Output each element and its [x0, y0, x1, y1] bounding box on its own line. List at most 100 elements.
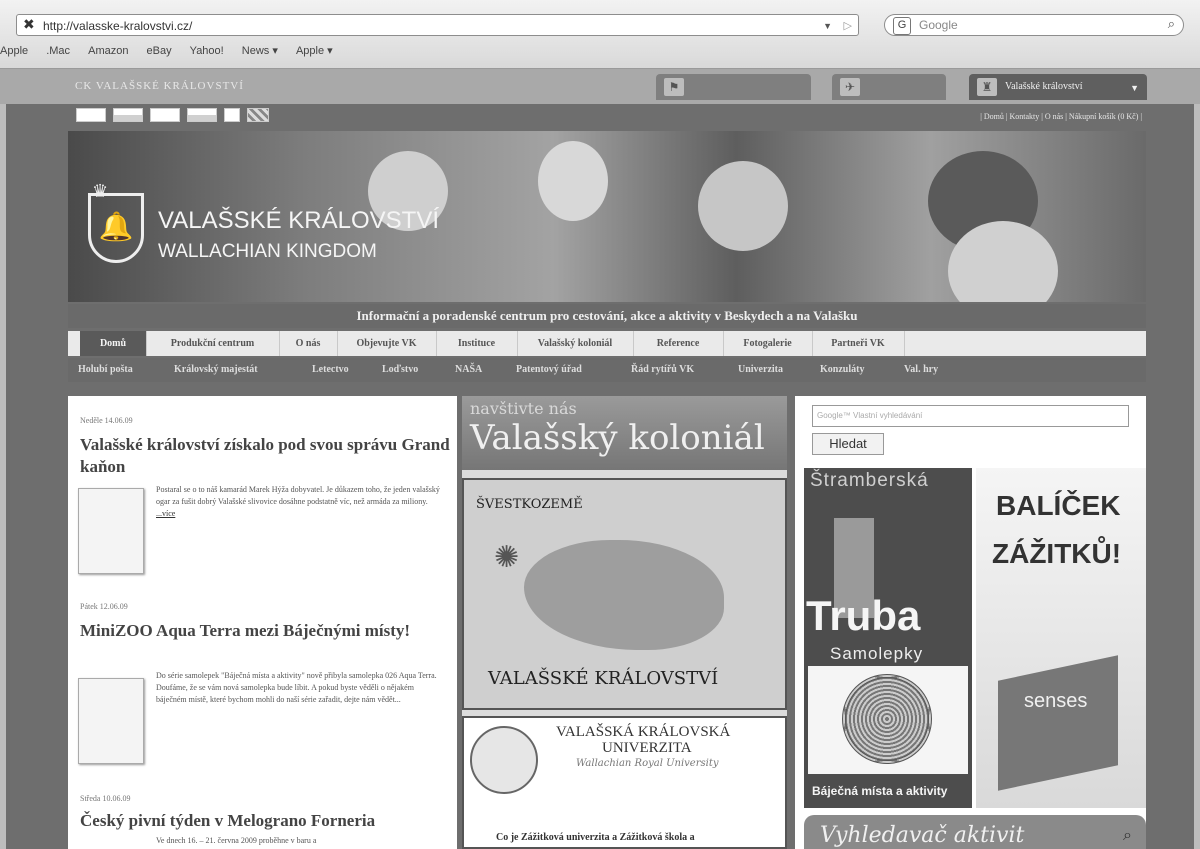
sub-nav: Holubí pošta Královský majestát Letectvo… [68, 358, 1146, 382]
kolonial-banner[interactable]: navštivte nás Valašský koloniál [462, 396, 787, 470]
map-banner[interactable]: ✺ ŠVESTKOZEMĚ VALAŠSKÉ KRÁLOVSTVÍ [462, 478, 787, 710]
flag-icon[interactable] [113, 108, 143, 123]
bag-icon: ⚑ [664, 78, 684, 96]
top-tab-2[interactable]: ✈ [832, 74, 946, 100]
bookmark-item[interactable]: .Mac [46, 45, 70, 57]
news-body: Postaral se o to náš kamarád Marek Hýža … [156, 485, 440, 506]
balicek-line1: BALÍČEK [996, 490, 1121, 521]
news-thumbnail[interactable] [78, 488, 144, 574]
nav-item-instituce[interactable]: Instituce [436, 331, 518, 356]
news-text: Do série samolepek "Báječná místa a akti… [156, 671, 437, 704]
balicek-banner[interactable]: BALÍČEK ZÁŽITKŮ! senses [976, 468, 1146, 808]
banner-photo-shape [698, 161, 788, 251]
search-button[interactable]: Hledat [812, 433, 884, 455]
university-seal [470, 726, 538, 794]
banner-photo-shape [538, 141, 608, 221]
bookmark-item[interactable]: Yahoo! [190, 45, 224, 57]
news-text: Ve dnech 16. – 21. června 2009 proběhne … [156, 836, 317, 845]
map-illustration [524, 540, 724, 650]
top-tab-kingdom[interactable]: ♜ Valašské království ▼ [969, 74, 1147, 100]
nav-item-domu[interactable]: Domů [80, 331, 147, 356]
crest-logo: 🔔 [88, 193, 144, 263]
bajecna-label: Báječná místa a aktivity [812, 784, 948, 798]
flag-icon[interactable] [247, 108, 269, 123]
bookmark-item[interactable]: News ▾ [242, 44, 278, 57]
browser-toolbar: ✖ http://valasske-kralovstvi.cz/ ▼ ▷ G G… [0, 0, 1200, 69]
nav-item-reference[interactable]: Reference [633, 331, 724, 356]
nav-item-objevujte-vk[interactable]: Objevujte VK [337, 331, 437, 356]
map-footer: VALAŠSKÉ KRÁLOVSTVÍ [488, 668, 719, 689]
flag-icon[interactable] [150, 108, 180, 123]
nav-item-fotogalerie[interactable]: Fotogalerie [723, 331, 813, 356]
kolonial-title: Valašský koloniál [470, 418, 765, 458]
subnav-item[interactable]: Univerzita [738, 358, 783, 382]
news-title[interactable]: Český pivní týden v Melograno Forneria [80, 810, 450, 832]
subnav-item[interactable]: Konzuláty [820, 358, 864, 382]
header-banner: ♛ 🔔 VALAŠSKÉ KRÁLOVSTVÍ WALLACHIAN KINGD… [68, 131, 1146, 302]
sticker-seal [842, 674, 932, 764]
site-search-input[interactable]: Google™ Vlastní vyhledávání [812, 405, 1129, 427]
flag-icon[interactable] [76, 108, 106, 123]
site-top-bar: CK VALAŠSKÉ KRÁLOVSTVÍ ⚑ ✈ ♜ Valašské kr… [0, 69, 1200, 104]
browser-search-field[interactable]: G Google ⌕ [884, 14, 1184, 36]
more-link[interactable]: ...více [156, 509, 175, 518]
chevron-down-icon: ▼ [1130, 83, 1139, 93]
main-nav: Domů Produkční centrum O nás Objevujte V… [68, 331, 1146, 356]
bookmark-item[interactable]: Apple ▾ [296, 44, 333, 57]
truba-title: Truba [806, 592, 921, 639]
university-line1: VALAŠSKÁ KRÁLOVSKÁ [556, 724, 731, 740]
rss-icon[interactable]: ▷ [844, 15, 852, 37]
subnav-item[interactable]: Královský majestát [174, 358, 258, 382]
crest-icon: ♜ [977, 78, 997, 96]
language-flags [76, 106, 272, 124]
chevron-down-icon[interactable]: ▼ [823, 15, 832, 37]
university-question[interactable]: Co je Zážitková univerzita a Zážitková š… [496, 832, 695, 843]
truba-subtitle: Štramberská [810, 470, 929, 491]
university-line2: UNIVERZITA [602, 740, 692, 756]
top-links[interactable]: | Domů | Kontakty | O nás | Nákupní koší… [980, 112, 1142, 121]
news-text: Postaral se o to náš kamarád Marek Hýža … [156, 484, 446, 520]
compass-icon: ✺ [494, 540, 520, 575]
search-icon[interactable]: ⌕ [1168, 15, 1175, 35]
browser-search-placeholder: Google [919, 18, 958, 32]
news-title[interactable]: MiniZOO Aqua Terra mezi Báječnými místy! [80, 620, 450, 642]
nav-item-partneri-vk[interactable]: Partneři VK [812, 331, 905, 356]
map-title: ŠVESTKOZEMĚ [476, 497, 583, 512]
subnav-item[interactable]: Řád rytířů VK [631, 358, 694, 382]
nav-item-valassky-kolonial[interactable]: Valašský koloniál [517, 331, 634, 356]
truba-banner[interactable]: Štramberská Truba Samolepky Báječná míst… [804, 468, 972, 808]
plane-icon: ✈ [840, 78, 860, 96]
banner-title: VALAŠSKÉ KRÁLOVSTVÍ [158, 207, 440, 234]
bookmark-item[interactable]: Apple [0, 45, 28, 57]
bookmarks-bar: Apple .Mac Amazon eBay Yahoo! News ▾ App… [0, 44, 348, 64]
subnav-item[interactable]: Loďstvo [382, 358, 418, 382]
subnav-item[interactable]: Letectvo [312, 358, 349, 382]
news-thumbnail[interactable] [78, 678, 144, 764]
site-brand[interactable]: CK VALAŠSKÉ KRÁLOVSTVÍ [75, 80, 244, 92]
activity-finder-banner[interactable]: Vyhledavač aktivit ⌕ [804, 815, 1146, 849]
top-tab-1[interactable]: ⚑ [656, 74, 811, 100]
kolonial-subtitle: navštivte nás [470, 399, 577, 418]
activity-finder-title: Vyhledavač aktivit [820, 823, 1025, 848]
url-text: http://valasske-kralovstvi.cz/ [43, 19, 193, 33]
subnav-item[interactable]: Holubí pošta [78, 358, 133, 382]
university-line3: Wallachian Royal University [576, 758, 719, 769]
nav-item-produkcni-centrum[interactable]: Produkční centrum [146, 331, 280, 356]
news-title[interactable]: Valašské království získalo pod svou spr… [80, 434, 450, 478]
subnav-item[interactable]: NAŠA [455, 358, 482, 382]
top-tab-label: Valašské království [1005, 81, 1083, 92]
subnav-item[interactable]: Patentový úřad [516, 358, 582, 382]
university-banner[interactable]: VALAŠSKÁ KRÁLOVSKÁ UNIVERZITA Wallachian… [462, 716, 787, 849]
bookmark-item[interactable]: Amazon [88, 45, 128, 57]
flag-icon[interactable] [224, 108, 240, 123]
google-icon[interactable]: G [893, 17, 911, 35]
nav-item-o-nas[interactable]: O nás [279, 331, 338, 356]
address-bar[interactable]: ✖ http://valasske-kralovstvi.cz/ ▼ ▷ [16, 14, 859, 36]
flag-icon[interactable] [187, 108, 217, 123]
tagline: Informační a poradenské centrum pro cest… [68, 304, 1146, 328]
news-date: Neděle 14.06.09 [80, 416, 133, 425]
bookmark-item[interactable]: eBay [147, 45, 172, 57]
news-date: Středa 10.06.09 [80, 794, 131, 803]
subnav-item[interactable]: Val. hry [904, 358, 938, 382]
news-column: Neděle 14.06.09 Valašské království získ… [68, 396, 457, 849]
